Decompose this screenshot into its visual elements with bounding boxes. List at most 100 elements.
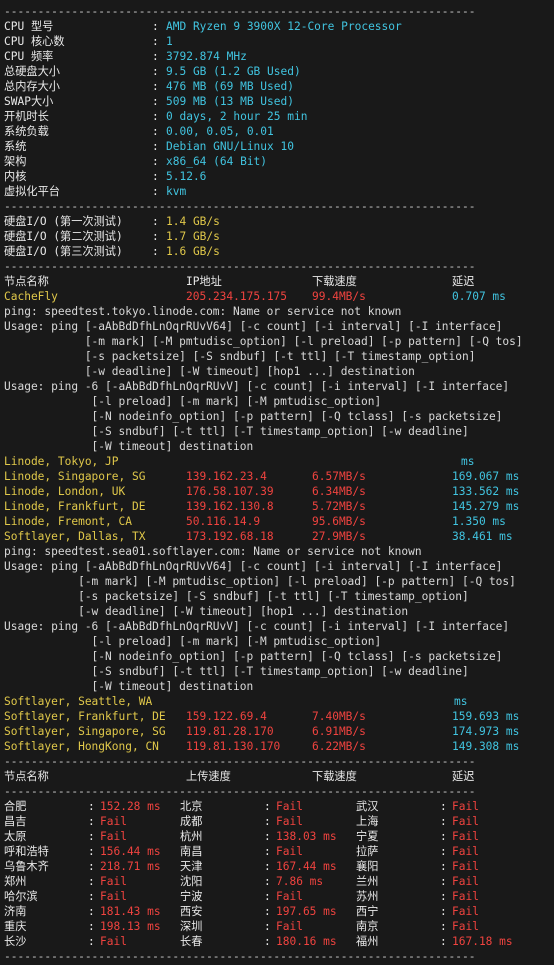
node-name: CacheFly <box>4 290 58 303</box>
cn-row: 哈尔滨: Fail 宁波: Fail 苏州: Fail <box>4 889 552 904</box>
colon: : <box>264 905 278 918</box>
ping-latency: Fail <box>452 800 479 813</box>
colon: : <box>152 185 166 198</box>
ping-latency: 167.18 ms <box>452 935 513 948</box>
city-name: 昌吉 <box>4 815 27 828</box>
latency: 133.562 ms <box>452 485 520 498</box>
ping-usage-line: [-s packetsize] [-S sndbuf] [-t ttl] [-T… <box>4 350 476 363</box>
colon: : <box>152 230 166 243</box>
colon: : <box>152 35 166 48</box>
colon: : <box>264 845 278 858</box>
disk-io-row: 硬盘I/O (第一次测试): 1.4 GB/s <box>4 214 552 229</box>
ip-address: 205.234.175.175 <box>186 290 288 303</box>
node-name: Linode, Singapore, SG <box>4 470 146 483</box>
city-name: 兰州 <box>356 875 379 888</box>
colon: : <box>440 875 454 888</box>
ping-usage-line: [-W timeout] destination <box>4 680 254 693</box>
ip-address: 159.122.69.4 <box>186 710 267 723</box>
latency: 145.279 ms <box>452 500 520 513</box>
separator-line: ----------------------------------------… <box>4 755 476 768</box>
speedtest-header: 节点名称 IP地址 下载速度 延迟 <box>4 274 552 289</box>
latency: 159.693 ms <box>452 710 520 723</box>
colon: : <box>152 155 166 168</box>
download-speed: 27.9MB/s <box>312 530 366 543</box>
download-speed: 6.34MB/s <box>312 485 366 498</box>
disk-io-row: 硬盘I/O (第三次测试): 1.6 GB/s <box>4 244 552 259</box>
cn-row: 长沙: Fail 长春: 180.16 ms 福州: 167.18 ms <box>4 934 552 949</box>
speedtest-row: Softlayer, HongKong, CN 119.81.130.170 6.2… <box>4 739 552 754</box>
ping-usage-line: Usage: ping -6 [-aAbBdDfhLnOqrRUvV] [-c … <box>4 620 510 633</box>
city-name: 郑州 <box>4 875 27 888</box>
header-latency: 延迟 <box>452 770 475 783</box>
ping-usage-line: [-l preload] [-m mark] [-M pmtudisc_opti… <box>4 635 382 648</box>
ping-latency: Fail <box>100 935 127 948</box>
node-name: Softlayer, HongKong, CN <box>4 740 159 753</box>
ping-latency: Fail <box>276 815 303 828</box>
latency: 174.973 ms <box>452 725 520 738</box>
city-name: 苏州 <box>356 890 379 903</box>
disk-io-key: 硬盘I/O (第一次测试) <box>4 215 123 228</box>
ping-latency: Fail <box>452 845 479 858</box>
cn-row: 呼和浩特: 156.44 ms 南昌: Fail 拉萨: Fail <box>4 844 552 859</box>
header-node: 节点名称 <box>4 275 49 288</box>
colon: : <box>152 215 166 228</box>
ping-usage-line: Usage: ping -6 [-aAbBdDfhLnOqrRUvV] [-c … <box>4 380 510 393</box>
header-ip: IP地址 <box>186 275 222 288</box>
ping-latency: Fail <box>452 830 479 843</box>
cn-row: 昌吉: Fail 成都: Fail 上海: Fail <box>4 814 552 829</box>
colon: : <box>152 140 166 153</box>
ping-latency: Fail <box>452 905 479 918</box>
colon: : <box>440 830 454 843</box>
ip-address: 139.162.130.8 <box>186 500 274 513</box>
ping-latency: Fail <box>452 815 479 828</box>
sysinfo-value: 9.5 GB (1.2 GB Used) <box>166 65 301 78</box>
city-name: 武汉 <box>356 800 379 813</box>
sysinfo-key: SWAP大小 <box>4 95 54 108</box>
ip-address: 176.58.107.39 <box>186 485 274 498</box>
city-name: 拉萨 <box>356 845 379 858</box>
ping-latency: 152.28 ms <box>100 800 161 813</box>
ping-usage-line: [-N nodeinfo_option] [-p pattern] [-Q tc… <box>4 410 503 423</box>
sysinfo-value: 3792.874 MHz <box>166 50 247 63</box>
speedtest-row: Linode, London, UK 176.58.107.39 6.34MB/s 1… <box>4 484 552 499</box>
ping-latency: Fail <box>100 875 127 888</box>
colon: : <box>88 845 102 858</box>
city-name: 西安 <box>180 905 203 918</box>
latency: ms <box>454 695 468 708</box>
ping-latency: 156.44 ms <box>100 845 161 858</box>
sysinfo-row: 架构: x86_64 (64 Bit) <box>4 154 552 169</box>
ping-latency: Fail <box>276 845 303 858</box>
sysinfo-row: 系统负载: 0.00, 0.05, 0.01 <box>4 124 552 139</box>
city-name: 杭州 <box>180 830 203 843</box>
ping-latency: 197.65 ms <box>276 905 337 918</box>
colon: : <box>440 890 454 903</box>
city-name: 北京 <box>180 800 203 813</box>
city-name: 天津 <box>180 860 203 873</box>
header-latency: 延迟 <box>452 275 475 288</box>
ping-latency: Fail <box>100 815 127 828</box>
speedtest-row: Linode, Frankfurt, DE 139.162.130.8 5.72MB… <box>4 499 552 514</box>
city-name: 南京 <box>356 920 379 933</box>
colon: : <box>440 815 454 828</box>
disk-io-value: 1.7 GB/s <box>166 230 220 243</box>
city-name: 宁夏 <box>356 830 379 843</box>
city-name: 乌鲁木齐 <box>4 860 49 873</box>
latency: 169.067 ms <box>452 470 520 483</box>
node-name: Linode, Fremont, CA <box>4 515 132 528</box>
colon: : <box>88 875 102 888</box>
colon: : <box>440 800 454 813</box>
city-name: 长春 <box>180 935 203 948</box>
node-name: Softlayer, Singapore, SG <box>4 725 166 738</box>
ping-latency: Fail <box>452 875 479 888</box>
terminal-output: ----------------------------------------… <box>4 4 552 964</box>
sysinfo-value: 1 <box>166 35 173 48</box>
ping-usage-line: [-w deadline] [-W timeout] [hop1 ...] de… <box>4 605 409 618</box>
cn-row: 乌鲁木齐: 218.71 ms 天津: 167.44 ms 襄阳: Fail <box>4 859 552 874</box>
speedtest-row: Softlayer, Singapore, SG 119.81.28.170 6.9… <box>4 724 552 739</box>
node-name: Softlayer, Frankfurt, DE <box>4 710 166 723</box>
cn-header: 节点名称 上传速度 下载速度 延迟 <box>4 769 552 784</box>
sysinfo-row: CPU 型号: AMD Ryzen 9 3900X 12-Core Proces… <box>4 19 552 34</box>
ping-latency: 198.13 ms <box>100 920 161 933</box>
download-speed: 5.72MB/s <box>312 500 366 513</box>
ping-latency: Fail <box>452 890 479 903</box>
